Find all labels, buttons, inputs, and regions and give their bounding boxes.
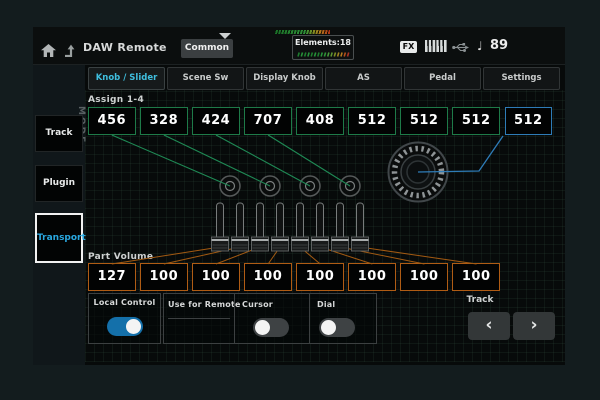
slider-4[interactable] <box>272 237 289 251</box>
assign-value-7[interactable]: 512 <box>400 107 448 135</box>
home-icon[interactable] <box>41 44 56 57</box>
local-control-panel: Local Control <box>88 293 161 344</box>
track-nav-label: Track <box>460 295 500 305</box>
assign-value-8[interactable]: 512 <box>452 107 500 135</box>
assign-value-2[interactable]: 328 <box>140 107 188 135</box>
dial-label: Dial <box>317 300 335 309</box>
slider-3[interactable] <box>252 237 269 251</box>
assign-value-5[interactable]: 408 <box>296 107 344 135</box>
track-previous-button[interactable]: ‹ <box>468 312 510 340</box>
slider-6[interactable] <box>312 237 329 251</box>
up-level-icon[interactable] <box>63 44 76 57</box>
top-bar: DAW Remote Common Elements:18 <box>33 27 565 65</box>
toggle-knob <box>255 320 270 335</box>
tab-settings[interactable]: Settings <box>483 67 560 90</box>
cursor-toggle[interactable] <box>253 318 289 337</box>
part-volume-5[interactable]: 100 <box>296 263 344 291</box>
tempo-value[interactable]: 89 <box>490 38 508 53</box>
dial-toggle[interactable] <box>319 318 355 337</box>
common-part-selector[interactable]: Common <box>181 39 233 58</box>
assign-value-3[interactable]: 424 <box>192 107 240 135</box>
tab-bar: Knob / Slider Scene Sw Display Knob AS P… <box>88 67 560 90</box>
cursor-label: Cursor <box>242 300 273 309</box>
part-volume-1[interactable]: 127 <box>88 263 136 291</box>
knob-1[interactable] <box>220 176 240 196</box>
tab-as[interactable]: AS <box>325 67 402 90</box>
divider <box>234 294 235 343</box>
tab-knob-slider[interactable]: Knob / Slider <box>88 67 165 90</box>
local-control-toggle[interactable] <box>107 317 143 336</box>
part-volume-4[interactable]: 100 <box>244 263 292 291</box>
toggle-knob <box>126 319 141 334</box>
slider-1[interactable] <box>212 237 229 251</box>
keyboard-icon <box>425 40 447 52</box>
level-meter-strip <box>275 30 330 34</box>
part-volume-6[interactable]: 100 <box>348 263 396 291</box>
divider <box>168 318 230 319</box>
local-control-label: Local Control <box>89 298 160 307</box>
use-for-remote-panel: Use for Remote Cursor Dial <box>163 293 377 344</box>
slider-2[interactable] <box>232 237 249 251</box>
elements-label: Elements:18 <box>293 38 353 47</box>
tab-display-knob[interactable]: Display Knob <box>246 67 323 90</box>
chevron-down-icon <box>219 33 231 39</box>
sidebar-item-plugin[interactable]: Plugin <box>35 165 83 202</box>
divider <box>309 294 310 343</box>
toggle-knob <box>321 320 336 335</box>
knob-2[interactable] <box>260 176 280 196</box>
part-volume-2[interactable]: 100 <box>140 263 188 291</box>
part-volume-3[interactable]: 100 <box>192 263 240 291</box>
sidebar-item-track[interactable]: Track <box>35 115 83 152</box>
mode-sidebar: MODE Track Plugin Transport <box>33 65 85 365</box>
assign-value-4[interactable]: 707 <box>244 107 292 135</box>
page-title: DAW Remote <box>83 41 167 54</box>
sidebar-item-transport[interactable]: Transport <box>35 213 83 263</box>
usb-icon <box>452 42 469 53</box>
part-volume-7[interactable]: 100 <box>400 263 448 291</box>
assign-value-9-selected[interactable]: 512 <box>505 107 553 135</box>
assign-section-label: Assign 1-4 <box>88 95 144 105</box>
part-volume-section-label: Part Volume <box>88 252 153 262</box>
slider-8[interactable] <box>352 237 369 251</box>
knob-4[interactable] <box>340 176 360 196</box>
device-screen: DAW Remote Common Elements:18 <box>33 27 565 365</box>
track-next-button[interactable]: › <box>513 312 555 340</box>
slider-7[interactable] <box>332 237 349 251</box>
tab-scene-sw[interactable]: Scene Sw <box>167 67 244 90</box>
fx-icon[interactable]: FX <box>400 41 417 53</box>
assign-value-1[interactable]: 456 <box>88 107 136 135</box>
elements-indicator[interactable]: Elements:18 <box>292 35 354 60</box>
elements-meter <box>297 52 350 57</box>
part-volume-8[interactable]: 100 <box>452 263 500 291</box>
quarter-note-icon: ♩ <box>477 39 483 53</box>
tab-pedal[interactable]: Pedal <box>404 67 481 90</box>
assign-value-row: 456 328 424 707 408 512 512 512 512 <box>88 107 552 135</box>
use-for-remote-label: Use for Remote <box>168 300 232 309</box>
master-dial[interactable] <box>389 143 448 202</box>
slider-5[interactable] <box>292 237 309 251</box>
knob-3[interactable] <box>300 176 320 196</box>
part-volume-row: 127 100 100 100 100 100 100 100 <box>88 263 500 291</box>
assign-value-6[interactable]: 512 <box>348 107 396 135</box>
